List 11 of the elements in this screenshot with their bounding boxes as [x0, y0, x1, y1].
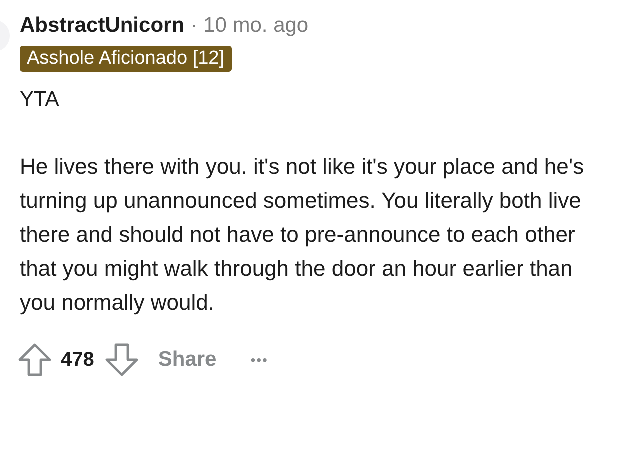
- upvote-icon[interactable]: [17, 342, 53, 378]
- separator-dot: ·: [190, 14, 198, 38]
- timestamp: 10 mo. ago: [204, 14, 309, 38]
- comment-body: He lives there with you. it's not like it's your place and he's turning up unannounced sometimes. You literally both live there and should not have to pre-announce to each other that you might walk through the door an hour earlier than you normally would.: [20, 153, 586, 317]
- user-flair: Asshole Aficionado [12]: [20, 46, 232, 72]
- username[interactable]: AbstractUnicorn: [20, 14, 185, 38]
- vote-score: 478: [61, 348, 94, 372]
- downvote-icon[interactable]: [104, 342, 140, 378]
- share-button[interactable]: Share: [158, 348, 217, 372]
- more-button[interactable]: •••: [250, 352, 268, 368]
- comment-verdict: YTA: [20, 88, 60, 112]
